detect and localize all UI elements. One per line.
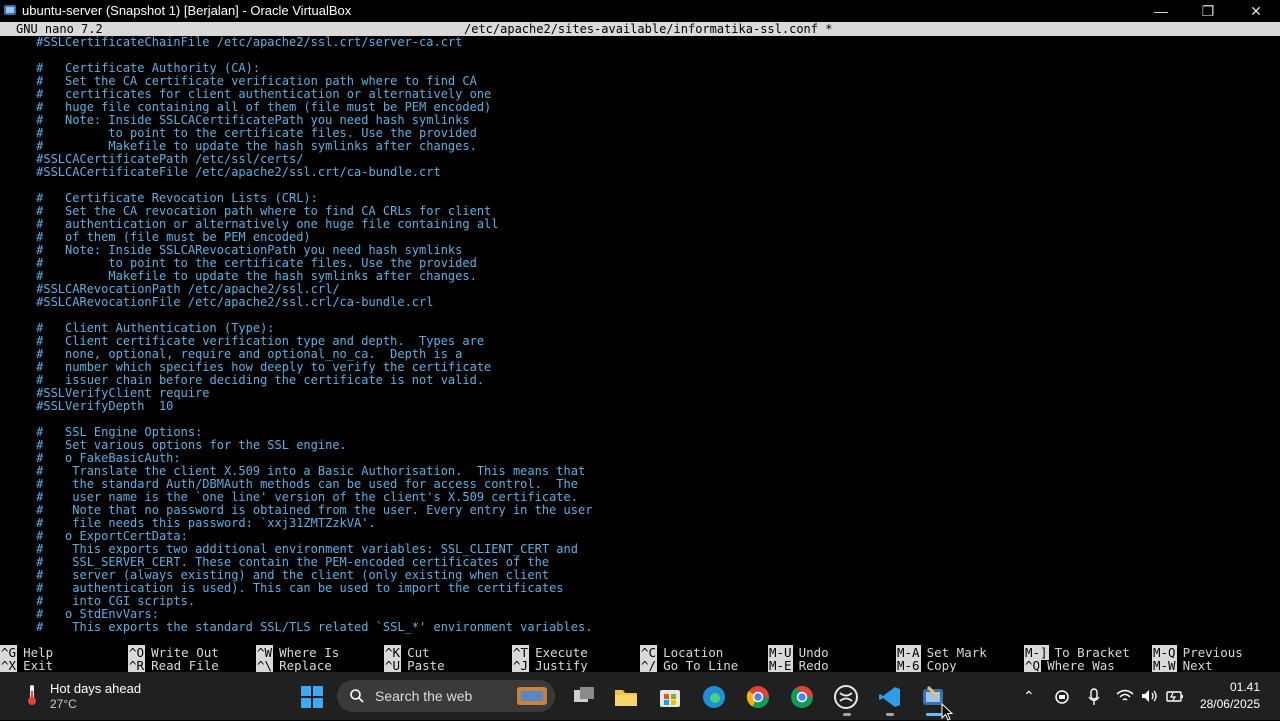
shortcut-label: Go To Line (663, 658, 739, 673)
weather-temp[interactable]: 27°C (50, 697, 77, 711)
shortcut-bottom[interactable]: M-6 Copy (896, 658, 957, 673)
shortcut-label: Exit (23, 658, 54, 673)
shortcut-bottom[interactable]: M-W Next (1152, 658, 1213, 673)
shortcut-bottom[interactable]: ^J Justify (512, 658, 588, 673)
code-line: #SSLVerifyClient require (0, 386, 210, 400)
app-icon[interactable] (833, 684, 859, 710)
shortcut-key: M-W (1152, 658, 1177, 673)
virtualbox-titlebar: ubuntu-server (Snapshot 1) [Berjalan] - … (0, 0, 1280, 22)
shortcut-key: ^/ (640, 658, 658, 673)
shortcut-bottom[interactable]: ^\ Replace (256, 658, 332, 673)
search-icon (350, 689, 364, 703)
sync-icon[interactable] (1054, 689, 1070, 705)
volume-icon[interactable] (1141, 689, 1159, 703)
virtualbox-active-indicator (926, 713, 942, 716)
close-button[interactable]: ✕ (1233, 0, 1279, 22)
shortcut-key: ^J (512, 658, 530, 673)
search-placeholder: Search the web (375, 688, 473, 704)
tray-overflow-chevron-icon[interactable]: ⌃ (1023, 688, 1035, 705)
code-line: #SSLCACertificateFile /etc/apache2/ssl.c… (0, 165, 441, 179)
microphone-icon[interactable] (1088, 688, 1100, 706)
shortcut-label: Replace (279, 658, 332, 673)
taskbar-search-box[interactable]: Search the web (337, 680, 555, 712)
edge-browser-icon[interactable] (701, 684, 727, 710)
microsoft-store-icon[interactable] (657, 684, 683, 710)
wifi-icon[interactable] (1116, 689, 1134, 703)
code-line: # This exports the standard SSL/TLS rela… (0, 620, 593, 634)
code-line: #SSLVerifyDepth 10 (0, 399, 174, 413)
maximize-button[interactable]: ❐ (1185, 0, 1231, 22)
clock-time[interactable]: 01.41 (1200, 680, 1260, 694)
weather-title[interactable]: Hot days ahead (50, 681, 141, 696)
shortcut-key: ^R (128, 658, 146, 673)
shortcut-bottom[interactable]: ^Q Where Was (1024, 658, 1115, 673)
shortcut-label: Next (1182, 658, 1213, 673)
shortcut-label: Justify (535, 658, 588, 673)
nano-version: GNU nano 7.2 (16, 22, 103, 36)
window-title: ubuntu-server (Snapshot 1) [Berjalan] - … (22, 3, 352, 18)
shortcut-key: M-E (768, 658, 793, 673)
minimize-button[interactable]: — (1138, 0, 1184, 22)
chrome-profile-icon[interactable] (789, 684, 815, 710)
thermometer-icon[interactable] (24, 683, 40, 707)
nano-shortcut-bar: ^G Help ^X Exit ^O Write Out ^R Read File ^W Wher… (0, 645, 1280, 673)
shortcut-bottom[interactable]: ^R Read File (128, 658, 219, 673)
search-highlight-icon (517, 687, 547, 705)
shortcut-bottom[interactable]: ^U Paste (384, 658, 445, 673)
code-line: # Set various options for the SSL engine… (0, 438, 347, 452)
shortcut-label: Paste (407, 658, 445, 673)
shortcut-key: M-6 (896, 658, 921, 673)
code-line: # into CGI scripts. (0, 594, 196, 608)
shortcut-label: Redo (798, 658, 829, 673)
chrome-browser-icon[interactable] (745, 684, 771, 710)
shortcut-label: Where Was (1047, 658, 1115, 673)
vscode-icon[interactable] (877, 684, 903, 710)
shortcut-key: ^\ (256, 658, 274, 673)
shortcut-bottom[interactable]: M-E Redo (768, 658, 829, 673)
battery-icon[interactable] (1166, 689, 1184, 703)
windows-start-icon[interactable] (299, 684, 325, 710)
nano-filename: /etc/apache2/sites-available/informatika… (464, 22, 833, 36)
app-running-indicator (843, 713, 851, 716)
code-line: #SSLCertificateChainFile /etc/apache2/ss… (0, 36, 463, 49)
vscode-running-indicator (886, 713, 894, 716)
file-explorer-icon[interactable] (613, 684, 639, 710)
shortcut-label: Read File (151, 658, 219, 673)
nano-header: GNU nano 7.2 /etc/apache2/sites-availabl… (0, 22, 1280, 36)
shortcut-key: ^U (384, 658, 402, 673)
shortcut-label: Copy (926, 658, 957, 673)
shortcut-bottom[interactable]: ^X Exit (0, 658, 54, 673)
shortcut-key: ^Q (1024, 658, 1042, 673)
shortcut-key: ^X (0, 658, 18, 673)
virtualbox-icon (4, 5, 16, 15)
clock-date[interactable]: 28/06/2025 (1190, 697, 1260, 711)
mouse-cursor-icon (941, 703, 954, 721)
task-view-icon[interactable] (571, 684, 597, 710)
code-line: #SSLCARevocationFile /etc/apache2/ssl.cr… (0, 295, 434, 309)
shortcut-bottom[interactable]: ^/ Go To Line (640, 658, 739, 673)
code-line: # file needs this password: `xxj31ZMTZzk… (0, 516, 376, 530)
editor-text-area[interactable]: #SSLCertificateChainFile /etc/apache2/ss… (0, 36, 1280, 634)
